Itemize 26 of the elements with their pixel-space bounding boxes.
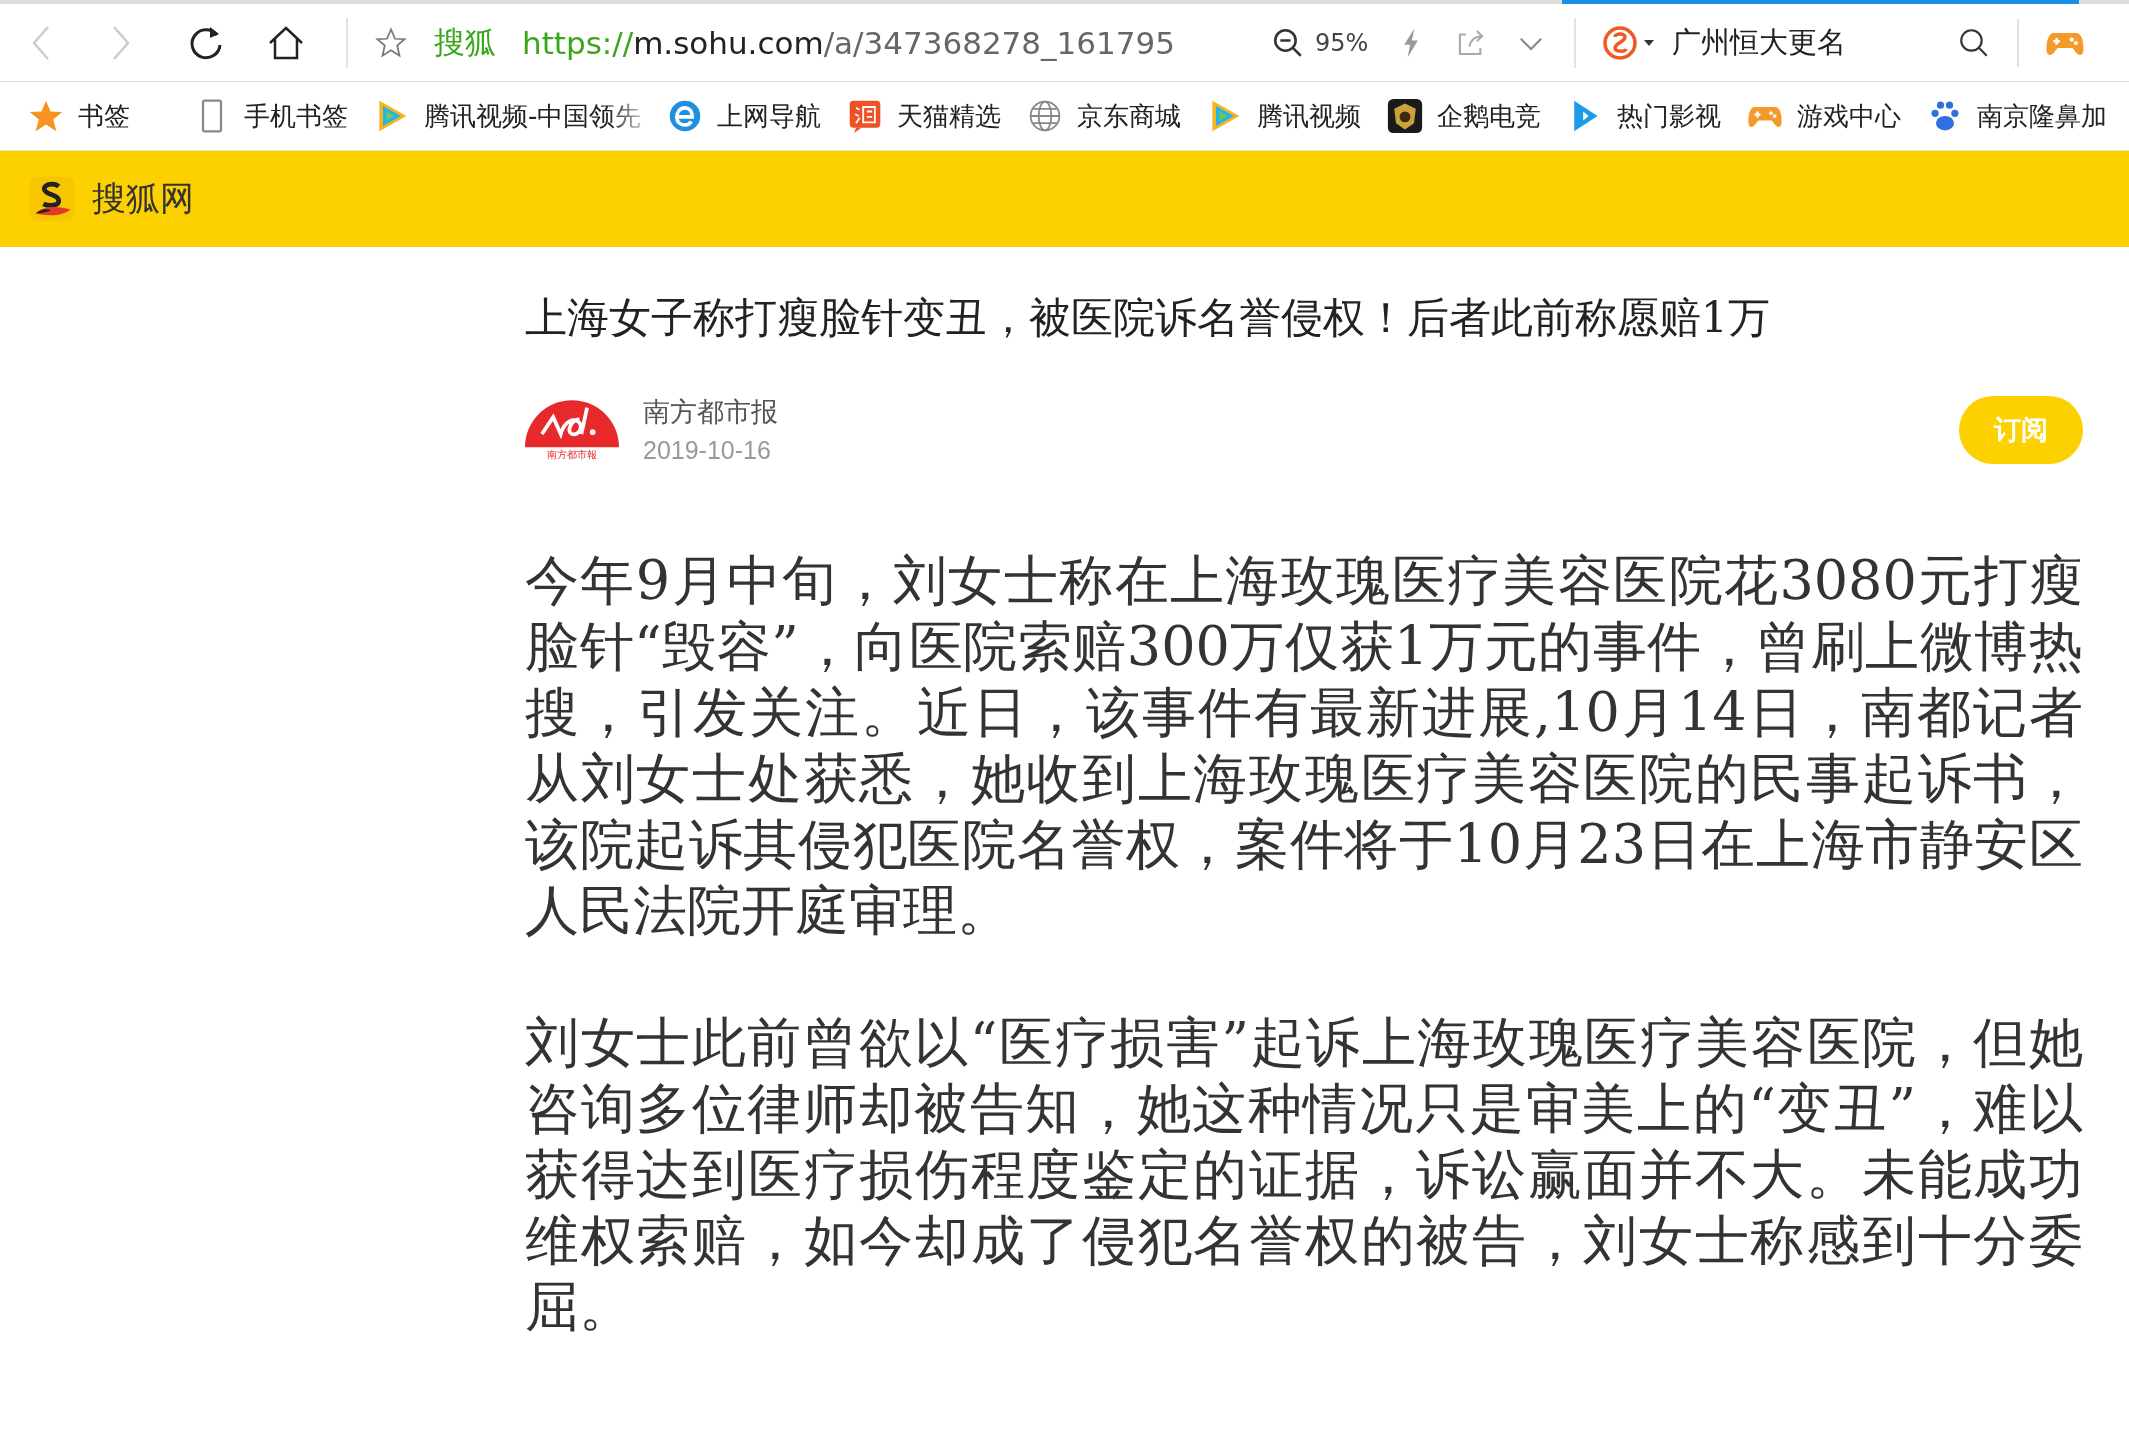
bookmark-label[interactable]: 上网导航 xyxy=(717,98,822,134)
author-name[interactable]: 南方都市报 xyxy=(643,394,1935,431)
bookmark-label[interactable]: 手机书签 xyxy=(244,98,348,134)
bookmark-label[interactable]: 书签 xyxy=(78,98,130,134)
publisher-logo[interactable]: 南方都市報 xyxy=(525,389,619,470)
emblem-icon xyxy=(1387,98,1424,134)
publisher-logo-caption: 南方都市報 xyxy=(547,447,597,462)
site-title[interactable]: 搜狐网 xyxy=(92,176,194,222)
logo-icon xyxy=(30,177,74,221)
bookmark-label[interactable]: 热门影视 xyxy=(1617,98,1722,134)
article-paragraph: 今年9月中旬，刘女士称在上海玫瑰医疗美容医院花3080元打瘦脸针“毁容”，向医院索赔300万仅获1万元的事件，曾刷上微博热搜，引发关注。近日，该事件有最新进展,10月14日，南都记者从刘女士处获悉，她收到上海玫瑰医疗美容医院的民事起诉书，该院起诉其侵犯医院名誉权，案件将于10月23日在上海市静安区人民法院开庭审理。 xyxy=(525,547,2083,944)
bookmark-label[interactable]: 南京隆鼻加 xyxy=(1977,98,2108,134)
address-field[interactable]: https://m.sohu.com/a/347368278_161795 xyxy=(522,24,1175,61)
search-field[interactable]: 广州恒大更名 xyxy=(1602,22,1931,63)
bookmark-label[interactable]: 企鹅电竞 xyxy=(1437,98,1542,134)
site-name: 搜狐 xyxy=(434,22,496,62)
publish-date: 2019-10-16 xyxy=(643,436,772,466)
bookmark-label[interactable]: 游戏中心 xyxy=(1797,98,1902,134)
bookmark-label[interactable]: 京东商城 xyxy=(1077,98,1182,134)
article-paragraph: 刘女士此前曾欲以“医疗损害”起诉上海玫瑰医疗美容医院，但她咨询多位律师却被告知，她这种情况只是审美上的“变丑”，难以获得达到医疗损伤程度鉴定的证据，诉讼赢面并不大。未能成功维权索赔，如今却成了侵犯名誉权的被告，刘女士称感到十分委屈。 xyxy=(525,1009,2083,1340)
bookmark-label[interactable]: 腾讯视频 xyxy=(1257,98,1362,134)
article-title: 上海女子称打瘦脸针变丑，被医院诉名誉侵权！后者此前称愿赔1万 xyxy=(525,292,1771,344)
zoom-level[interactable]: 95% xyxy=(1314,28,1369,57)
bookmark-label[interactable]: 腾讯视频-中国领先 xyxy=(424,98,642,134)
star-icon[interactable] xyxy=(374,25,408,60)
bookmark-label[interactable]: 天猫精选 xyxy=(897,98,1002,134)
